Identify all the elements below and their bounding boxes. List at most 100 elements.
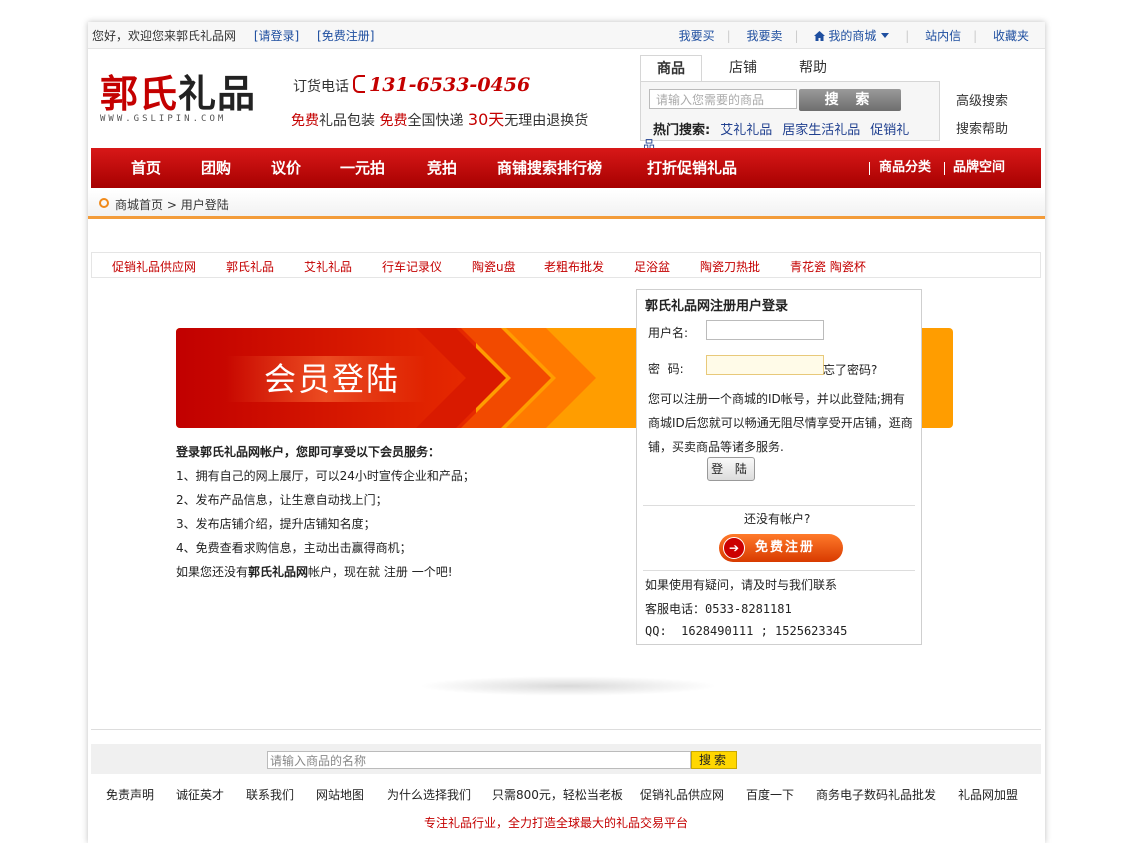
benefits-heading: 登录郭氏礼品网帐户，您即可享受以下会员服务：	[176, 445, 441, 459]
tab-help[interactable]: 帮助	[788, 55, 838, 81]
top-bar: 您好，欢迎您来郭氏礼品网 [请登录] [免费注册] 我要买 | 我要卖 | 我的商城…	[88, 22, 1045, 49]
nav-categories[interactable]: 商品分类	[879, 148, 931, 188]
nav-one-yuan[interactable]: 一元拍	[340, 148, 385, 188]
quick-link[interactable]: 老粗布批发	[544, 258, 604, 275]
login-button[interactable]: 登 陆	[707, 457, 755, 481]
footer-search-button[interactable]: 搜索	[691, 751, 737, 769]
login-note: 您可以注册一个商城的ID帐号，并以此登陆;拥有商城ID后您就可以畅通无阻尽情享受…	[648, 392, 913, 454]
prompt-register-link[interactable]: 注册	[384, 565, 408, 579]
no-account-text: 还没有帐户?	[744, 512, 811, 526]
hot-search-item[interactable]: 促销礼	[870, 123, 909, 138]
promo-packaging: 礼品包装	[319, 113, 380, 129]
my-mall-menu[interactable]: 我的商城	[814, 29, 893, 43]
register-button-label: 免费注册	[755, 540, 816, 555]
my-mall-link: 我的商城	[828, 29, 877, 43]
footer-link[interactable]: 网站地图	[316, 786, 364, 803]
prompt-site-name: 郭氏礼品网	[248, 565, 309, 579]
divider	[91, 729, 1041, 730]
main-nav: 首页 团购 议价 一元拍 竞拍 商铺搜索排行榜 打折促销礼品 商品分类 品牌空间	[91, 148, 1041, 188]
nav-home[interactable]: 首页	[131, 148, 161, 188]
username-input[interactable]	[706, 320, 824, 340]
forgot-password-link[interactable]: 忘了密码?	[823, 361, 877, 378]
buy-link[interactable]: 我要买	[679, 29, 715, 43]
hot-searches: 热门搜索: 艾礼礼品 居家生活礼品 促销礼	[653, 119, 909, 138]
footer-slogan: 专注礼品行业，全力打造全球最大的礼品交易平台	[424, 816, 689, 830]
search-input[interactable]: 请输入您需要的商品	[649, 89, 797, 109]
hotline: 订货电话 131-6533-0456	[293, 74, 530, 96]
footer-link[interactable]: 免责声明	[106, 786, 154, 803]
search-box: 商品 店铺 帮助 请输入您需要的商品 搜 索 热门搜索: 艾礼礼品 居家生活礼品 促销…	[640, 55, 940, 152]
search-button[interactable]: 搜 索	[799, 89, 901, 111]
hotline-number: 131-6533-0456	[369, 74, 531, 96]
quick-link[interactable]: 青花瓷 陶瓷杯	[790, 258, 866, 275]
nav-bargain[interactable]: 议价	[271, 148, 301, 188]
hot-search-item[interactable]: 居家生活礼品	[782, 123, 860, 138]
search-tabs: 商品 店铺 帮助	[640, 55, 940, 83]
footer-link[interactable]: 联系我们	[246, 786, 294, 803]
footer-link[interactable]: 只需800元，轻松当老板	[492, 786, 623, 803]
footer-link[interactable]: 促销礼品供应网	[640, 786, 724, 803]
footer-link[interactable]: 诚征英才	[176, 786, 224, 803]
chevron-down-icon	[881, 33, 890, 38]
welcome-text: 您好，欢迎您来郭氏礼品网	[92, 29, 237, 43]
advanced-search-link[interactable]: 高级搜索	[956, 88, 1008, 116]
register-link[interactable]: [免费注册]	[317, 29, 374, 43]
quick-link[interactable]: 促销礼品供应网	[112, 258, 196, 275]
sell-link[interactable]: 我要卖	[746, 29, 782, 43]
quick-link[interactable]: 行车记录仪	[382, 258, 442, 275]
arrow-right-icon: ➔	[723, 537, 745, 559]
footer-link[interactable]: 商务电子数码礼品批发	[816, 786, 936, 803]
quick-link[interactable]: 陶瓷刀热批	[700, 258, 760, 275]
footer-link[interactable]: 为什么选择我们	[387, 786, 471, 803]
bullet-icon	[99, 198, 109, 208]
breadcrumb-home[interactable]: 商城首页	[115, 198, 163, 212]
qq-contact: QQ: 1628490111 ; 1525623345	[645, 624, 848, 638]
login-link[interactable]: [请登录]	[254, 29, 299, 43]
prompt-text: 一个吧!	[407, 565, 453, 579]
login-panel: 郭氏礼品网注册用户登录 用户名: 密 码: 忘了密码? 您可以注册一个商城的ID…	[636, 289, 922, 645]
quick-link[interactable]: 足浴盆	[634, 258, 670, 275]
nav-brands[interactable]: 品牌空间	[953, 148, 1005, 188]
prompt-text: 帐户，现在就	[308, 565, 384, 579]
nav-discount[interactable]: 打折促销礼品	[647, 148, 737, 188]
free-register-button[interactable]: ➔ 免费注册	[719, 534, 843, 562]
search-help-link[interactable]: 搜索帮助	[956, 116, 1008, 144]
footer-search-input[interactable]: 请输入商品的名称	[267, 751, 691, 769]
page: 您好，欢迎您来郭氏礼品网 [请登录] [免费注册] 我要买 | 我要卖 | 我的商城…	[88, 22, 1045, 843]
site-logo[interactable]: 郭氏礼品 WWW.GSLIPIN.COM	[100, 71, 257, 125]
home-icon	[814, 31, 826, 41]
quick-link[interactable]: 郭氏礼品	[226, 258, 274, 275]
quick-link[interactable]: 艾礼礼品	[304, 258, 352, 275]
welcome-message: 您好，欢迎您来郭氏礼品网 [请登录] [免费注册]	[92, 27, 374, 44]
divider	[643, 570, 915, 571]
favorites-link[interactable]: 收藏夹	[993, 29, 1029, 43]
benefit-item: 2、发布产品信息，让生意自动找上门；	[176, 493, 388, 507]
breadcrumb: 商城首页 > 用户登陆	[88, 190, 1045, 219]
promo-free-1: 免费	[291, 113, 319, 129]
nav-shop-ranking[interactable]: 商铺搜索排行榜	[497, 148, 602, 188]
footer-link[interactable]: 礼品网加盟	[958, 786, 1018, 803]
nav-group-buy[interactable]: 团购	[201, 148, 231, 188]
banner-title: 会员登陆	[264, 360, 401, 398]
tab-shops[interactable]: 店铺	[718, 55, 768, 81]
nav-auction[interactable]: 竞拍	[427, 148, 457, 188]
hotline-label: 订货电话	[293, 79, 349, 95]
benefit-item: 4、免费查看求购信息，主动出击赢得商机；	[176, 541, 412, 555]
register-prompt: 如果您还没有郭氏礼品网帐户，现在就 注册 一个吧!	[176, 560, 475, 584]
logo-text-2: 礼品	[178, 71, 257, 116]
prompt-text: 如果您还没有	[176, 565, 249, 579]
footer-search: 请输入商品的名称 搜索	[91, 744, 1041, 774]
hot-search-item[interactable]: 艾礼礼品	[720, 123, 772, 138]
promo-slogan: 免费礼品包装 免费全国快递 30天无理由退换货	[291, 106, 588, 130]
password-input[interactable]	[706, 355, 824, 375]
nav-divider	[944, 162, 945, 175]
search-links: 高级搜索 搜索帮助	[956, 88, 1008, 144]
chevron-arrows-icon	[416, 328, 596, 428]
benefit-item: 3、发布店铺介绍，提升店铺知名度；	[176, 517, 376, 531]
promo-30days: 30天	[467, 110, 505, 129]
quick-link[interactable]: 陶瓷u盘	[472, 258, 516, 275]
promo-free-2: 免费	[379, 113, 408, 129]
messages-link[interactable]: 站内信	[925, 29, 961, 43]
footer-link[interactable]: 百度一下	[746, 786, 794, 803]
tab-products[interactable]: 商品	[640, 55, 702, 83]
